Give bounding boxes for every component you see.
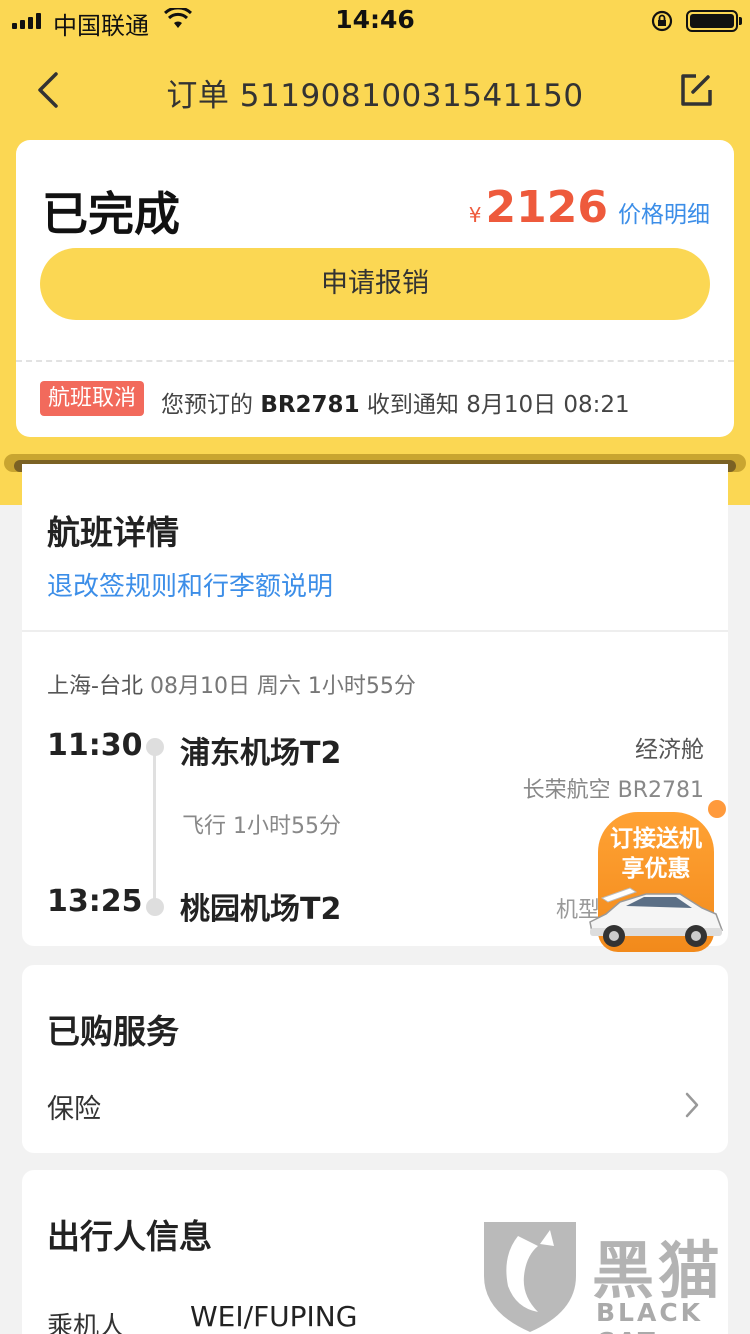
notice-prefix: 您预订的 [161, 392, 253, 418]
flight-cancelled-badge: 航班取消 [40, 381, 145, 416]
passenger-label: 乘机人 [47, 1312, 126, 1334]
passenger-title: 出行人信息 [47, 1217, 212, 1256]
total-price: 2126 [485, 182, 608, 233]
arrival-dot [146, 898, 164, 916]
battery-icon [686, 10, 742, 32]
nav-bar: 订单 51190810031541150 [0, 60, 750, 120]
cancel-notice[interactable]: 您预订的 BR2781 收到通知 8月10日 08:21 [161, 385, 630, 419]
passenger-name: WEI/FUPING [190, 1300, 358, 1333]
rules-baggage-link[interactable]: 退改签规则和行李额说明 [47, 566, 333, 603]
departure-dot [146, 738, 164, 756]
departure-time: 11:30 [47, 728, 143, 763]
notice-flight-number: BR2781 [260, 392, 360, 418]
status-bar: 中国联通 14:46 [0, 0, 750, 42]
section-divider [22, 630, 728, 632]
cabin-class: 经济舱 [635, 737, 704, 763]
dashed-divider [16, 360, 734, 362]
promo-line-2: 享优惠 [621, 856, 691, 882]
arrival-airport: 桃园机场T2 [180, 892, 342, 927]
page-title: 订单 51190810031541150 [166, 78, 584, 114]
purchased-services-card: 已购服务 保险 [22, 965, 728, 1153]
apply-reimbursement-button[interactable]: 申请报销 [40, 248, 710, 320]
cat-shield-icon [484, 1222, 576, 1332]
route-meta: 08月10日 周六 1小时55分 [149, 674, 416, 699]
flight-duration: 飞行 1小时55分 [182, 814, 341, 839]
black-cat-watermark: 黑猫 BLACK CAT [478, 1216, 750, 1334]
order-status-title: 已完成 [42, 187, 180, 241]
edit-icon[interactable] [676, 70, 716, 110]
chevron-right-icon [685, 1092, 699, 1118]
price-detail-link[interactable]: 价格明细 [618, 195, 710, 229]
insurance-row[interactable]: 保险 [22, 1071, 728, 1141]
currency-symbol: ¥ [468, 203, 482, 227]
flight-details-title: 航班详情 [47, 513, 179, 552]
promo-dot [708, 800, 726, 818]
order-status-card: 已完成 ¥ 2126 价格明细 申请报销 航班取消 您预订的 BR2781 收到… [16, 140, 734, 437]
rotation-lock-icon [651, 10, 673, 32]
departure-airport: 浦东机场T2 [180, 736, 342, 771]
airport-transfer-promo[interactable]: 订接送机 享优惠 [584, 798, 728, 958]
arrival-time: 13:25 [47, 884, 143, 919]
status-time: 14:46 [335, 5, 415, 34]
route-summary: 上海-台北 08月10日 周六 1小时55分 [47, 668, 416, 700]
car-icon [589, 887, 724, 947]
price-block: ¥ 2126 价格明细 [469, 182, 710, 233]
services-title: 已购服务 [47, 1012, 179, 1051]
timeline-line [153, 747, 156, 907]
insurance-label: 保险 [47, 1094, 101, 1125]
promo-line-1: 订接送机 [610, 826, 702, 852]
notice-suffix: 收到通知 8月10日 08:21 [366, 392, 630, 418]
watermark-cn: 黑猫 [592, 1234, 725, 1307]
watermark-en: BLACK CAT [596, 1298, 704, 1334]
route-cities: 上海-台北 [47, 674, 143, 699]
